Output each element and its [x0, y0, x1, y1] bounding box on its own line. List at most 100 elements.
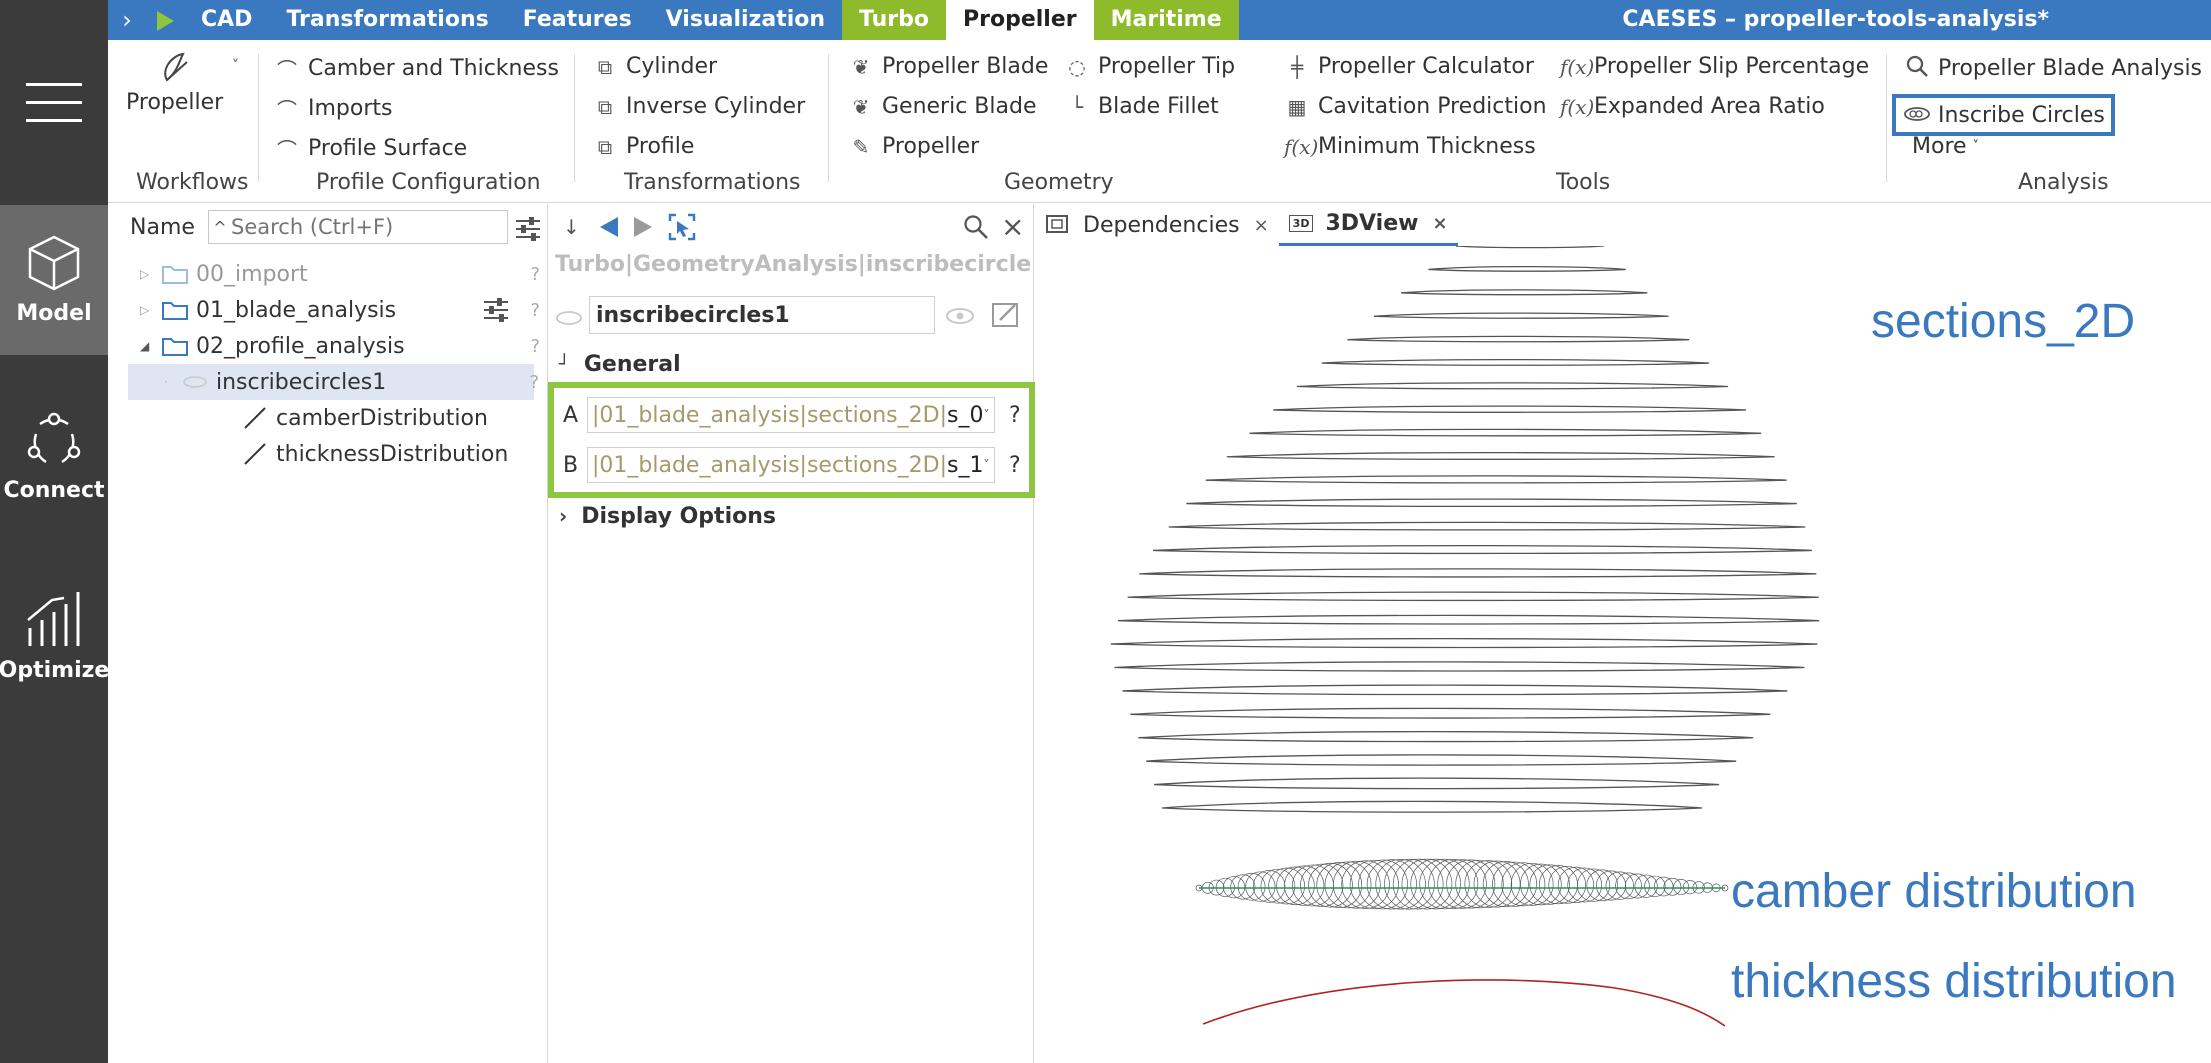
search-icon[interactable]: [963, 214, 989, 240]
close-icon[interactable]: ×: [1001, 210, 1024, 243]
tree-item-00-import[interactable]: ▷ 00_import ?: [108, 256, 548, 292]
tree-item-camber-distribution[interactable]: camberDistribution: [108, 400, 548, 436]
menu-cad[interactable]: CAD: [184, 0, 269, 40]
propeller-slip-percentage-button[interactable]: f(x) Propeller Slip Percentage: [1560, 54, 1869, 79]
help-icon[interactable]: ?: [1009, 403, 1021, 428]
edit-icon[interactable]: [991, 300, 1021, 330]
blade-icon: ❦: [852, 94, 870, 119]
section-curve: [1168, 521, 1806, 531]
menu-transformations[interactable]: Transformations: [269, 0, 505, 40]
chevron-right-icon[interactable]: ›: [108, 6, 146, 34]
more-button[interactable]: More ˅: [1912, 134, 1979, 159]
sort-up-icon[interactable]: ^: [209, 218, 231, 237]
chevron-down-icon: ˅: [1972, 139, 1980, 154]
close-icon[interactable]: ×: [1254, 215, 1269, 236]
sidebar-item-optimize[interactable]: Optimize: [0, 560, 109, 710]
cavitation-prediction-button[interactable]: ▦ Cavitation Prediction: [1284, 94, 1547, 119]
camber-and-thickness-button[interactable]: ⌒ Camber and Thickness: [274, 54, 559, 83]
filter-settings-icon[interactable]: [514, 216, 542, 242]
group-analysis: Analysis: [2018, 170, 2109, 195]
expanded-area-ratio-button[interactable]: f(x) Expanded Area Ratio: [1560, 94, 1825, 119]
sidebar-item-model[interactable]: Model: [0, 205, 108, 355]
inscribe-circles-icon: [556, 311, 582, 325]
propeller-tip-button[interactable]: ◌ Propeller Tip: [1064, 54, 1235, 79]
propeller-workflow-button[interactable]: Propeller: [126, 50, 223, 115]
tab-label: 3DView: [1325, 211, 1419, 236]
tree-item-02-profile-analysis[interactable]: ◢ 02_profile_analysis ?: [108, 328, 548, 364]
section-curve: [1373, 312, 1669, 319]
menu-maritime[interactable]: Maritime: [1093, 0, 1239, 40]
parameter-value: |01_blade_analysis|sections_2D|: [592, 452, 947, 478]
close-icon[interactable]: ×: [1432, 213, 1447, 234]
folder-icon: [162, 338, 188, 356]
pin-icon[interactable]: ↓: [563, 215, 580, 239]
propeller-blade-button[interactable]: ❦ Propeller Blade: [848, 54, 1049, 79]
grid-icon: ▦: [1287, 94, 1307, 119]
inverse-cylinder-button[interactable]: ⧉ Inverse Cylinder: [592, 94, 805, 119]
propeller-blade-analysis-button[interactable]: Propeller Blade Analysis: [1904, 54, 2202, 83]
3d-viewport[interactable]: [1035, 246, 2211, 1063]
propeller-tip-label: Propeller Tip: [1098, 54, 1236, 79]
tab-3dview[interactable]: 3D 3DView ×: [1278, 204, 1458, 246]
help-icon[interactable]: ?: [530, 264, 540, 285]
help-icon[interactable]: ?: [530, 336, 540, 357]
tip-icon: ◌: [1068, 54, 1086, 79]
chevron-down-icon[interactable]: ˅: [232, 58, 239, 74]
generic-blade-button[interactable]: ❦ Generic Blade: [848, 94, 1037, 119]
help-icon[interactable]: ?: [1009, 453, 1021, 478]
thickness-distribution-annotation: thickness distribution: [1731, 955, 2177, 1008]
tree-item-inscribecircles1[interactable]: · inscribecircles1: [128, 364, 534, 400]
section-curve: [1122, 684, 1788, 696]
menu-features[interactable]: Features: [506, 0, 649, 40]
sidebar-item-label: Connect: [3, 477, 105, 503]
back-arrow-icon[interactable]: [598, 215, 620, 239]
tree-item-label: 02_profile_analysis: [196, 333, 405, 359]
inscribe-circles-button[interactable]: Inscribe Circles: [1892, 94, 2115, 136]
section-curve: [1139, 568, 1817, 578]
menu-visualization[interactable]: Visualization: [649, 0, 842, 40]
object-name-input[interactable]: [589, 296, 935, 334]
tree-item-thickness-distribution[interactable]: thicknessDistribution: [108, 436, 548, 472]
inscribed-circle: [1557, 866, 1595, 903]
imports-button[interactable]: ⌒ Imports: [274, 94, 392, 123]
tree-item-01-blade-analysis[interactable]: ▷ 01_blade_analysis ?: [108, 292, 548, 328]
blade-fillet-button[interactable]: └ Blade Fillet: [1064, 94, 1219, 119]
propeller-calculator-button[interactable]: ╪ Propeller Calculator: [1284, 54, 1534, 79]
minimum-thickness-button[interactable]: f(x) Minimum Thickness: [1284, 134, 1536, 159]
help-icon[interactable]: ?: [530, 300, 540, 321]
expand-arrow-icon[interactable]: ▷: [140, 303, 162, 317]
play-icon[interactable]: [146, 6, 184, 34]
forward-arrow-icon[interactable]: [632, 215, 654, 239]
menu-turbo[interactable]: Turbo: [842, 0, 946, 40]
settings-sliders-icon[interactable]: [482, 298, 510, 322]
parameter-select-b[interactable]: |01_blade_analysis|sections_2D| s_1 ˅: [587, 447, 995, 483]
display-options-section-header[interactable]: › Display Options: [559, 498, 776, 534]
propeller-geometry-button[interactable]: ✎ Propeller: [848, 134, 980, 159]
hamburger-menu-button[interactable]: [0, 0, 108, 205]
tree-search-input[interactable]: [231, 215, 491, 239]
eye-icon[interactable]: [945, 304, 975, 328]
general-section-header[interactable]: ┘ General: [559, 352, 681, 377]
propeller-workflow-label: Propeller: [126, 90, 224, 115]
inscribed-circle: [1548, 865, 1587, 904]
select-target-icon[interactable]: [668, 213, 696, 241]
object-path: Turbo|GeometryAnalysis|inscribecircles@1: [555, 252, 1031, 277]
section-curve: [1249, 428, 1762, 437]
section-curve: [1154, 777, 1720, 790]
expand-arrow-icon[interactable]: ▷: [140, 267, 162, 281]
profile-transform-button[interactable]: ⧉ Profile: [592, 134, 695, 159]
menu-propeller[interactable]: Propeller: [946, 0, 1094, 40]
tab-dependencies[interactable]: Dependencies ×: [1035, 204, 1279, 246]
propeller-blade-label: Propeller Blade: [882, 54, 1049, 79]
parameter-select-a[interactable]: |01_blade_analysis|sections_2D| s_0 ˅: [587, 397, 995, 433]
blade-fillet-label: Blade Fillet: [1098, 94, 1219, 119]
display-options-label: Display Options: [581, 503, 776, 529]
sidebar-item-connect[interactable]: Connect: [0, 382, 108, 532]
search-icon: [1904, 54, 1930, 83]
cylinder-button[interactable]: ⧉ Cylinder: [592, 54, 717, 79]
collapse-arrow-icon[interactable]: ◢: [140, 339, 162, 353]
section-curve: [1130, 707, 1771, 719]
tree-branch-icon: ·: [164, 375, 168, 389]
help-icon[interactable]: ?: [529, 372, 539, 393]
profile-surface-button[interactable]: ⌒ Profile Surface: [274, 134, 467, 163]
